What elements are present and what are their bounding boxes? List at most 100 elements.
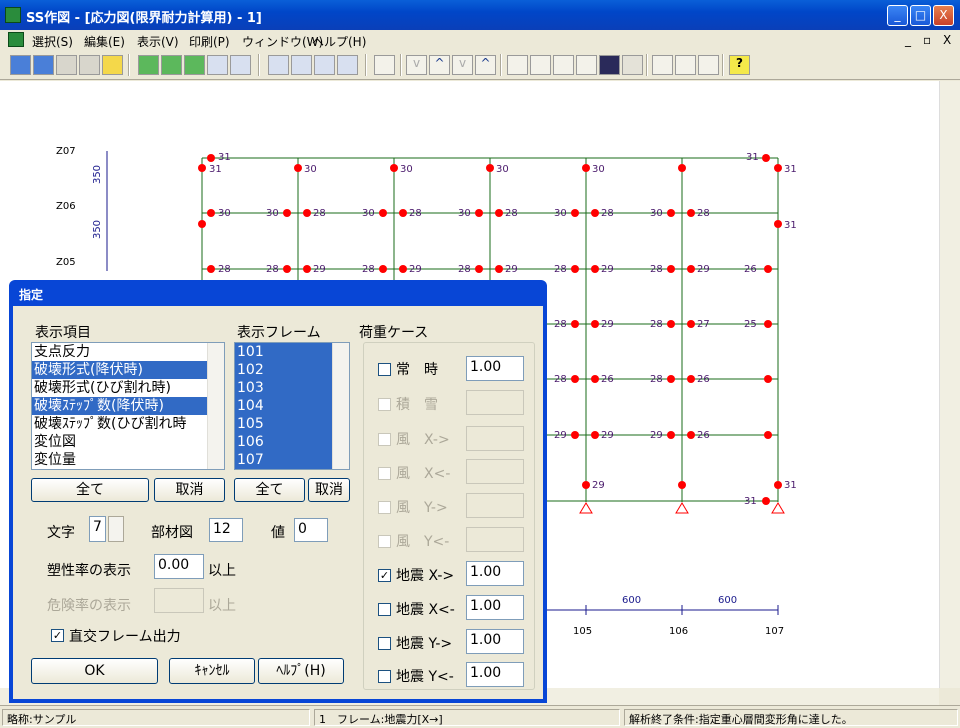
level-label: Z06	[56, 201, 76, 212]
load-cases-label: 荷重ケース	[359, 325, 429, 341]
double-up-icon[interactable]: ^	[475, 55, 496, 75]
load-case-checkbox[interactable]	[378, 433, 391, 446]
list-item[interactable]: 変位量	[32, 451, 224, 469]
value-label: 30	[554, 208, 567, 219]
list-item[interactable]: 支点反力	[32, 343, 224, 361]
hand-icon[interactable]	[530, 55, 551, 75]
list-item[interactable]: 変位図	[32, 433, 224, 451]
load-case-checkbox[interactable]	[378, 670, 391, 683]
load-case-checkbox[interactable]	[378, 363, 391, 376]
status-frame: 1 フレーム:地震力[X→]	[314, 709, 620, 726]
grid-icon[interactable]	[79, 55, 100, 75]
disabled2-icon[interactable]	[622, 55, 643, 75]
member-field[interactable]: 12	[209, 518, 243, 542]
help-button[interactable]: ﾍﾙﾌﾟ(H)	[258, 658, 344, 684]
load-case-label: 風 Y<-	[396, 534, 450, 550]
load-case-field[interactable]	[466, 493, 524, 518]
load-case-checkbox[interactable]	[378, 398, 391, 411]
vertical-scrollbar[interactable]	[939, 81, 960, 688]
s-icon[interactable]	[599, 55, 620, 75]
stress-icon[interactable]	[268, 55, 289, 75]
menu-print[interactable]: 印刷(P)	[189, 33, 230, 50]
load-case-checkbox[interactable]: ✓	[378, 569, 391, 582]
app-icon[interactable]	[5, 7, 21, 23]
list-item[interactable]: 破壊ｽﾃｯﾌﾟ数(降伏時)	[32, 397, 224, 415]
frame2-icon[interactable]	[33, 55, 54, 75]
font-size-spinner[interactable]	[108, 516, 124, 542]
danger-field[interactable]	[154, 588, 204, 613]
face-icon[interactable]	[102, 55, 123, 75]
load-case-checkbox[interactable]	[378, 603, 391, 616]
ok-button[interactable]: OK	[31, 658, 158, 684]
rotate-icon[interactable]	[507, 55, 528, 75]
font-size-field[interactable]: 7	[89, 516, 106, 542]
clear-items-button[interactable]: 取消	[154, 478, 225, 502]
plan2-icon[interactable]	[161, 55, 182, 75]
stress2-icon[interactable]	[291, 55, 312, 75]
display-items-list[interactable]: 支点反力 破壊形式(降伏時) 破壊形式(ひび割れ時) 破壊ｽﾃｯﾌﾟ数(降伏時)…	[31, 342, 225, 470]
load-case-field[interactable]: 1.00	[466, 662, 524, 687]
frame-icon[interactable]	[10, 55, 31, 75]
zoom-icon[interactable]	[553, 55, 574, 75]
load-case-field[interactable]: 1.00	[466, 595, 524, 620]
minimize-button[interactable]: _	[887, 5, 908, 26]
select-all-items-button[interactable]: 全て	[31, 478, 149, 502]
diagram-icon[interactable]	[207, 55, 228, 75]
section-icon[interactable]	[184, 55, 205, 75]
list-item[interactable]: 破壊ｽﾃｯﾌﾟ数(ひび割れ時	[32, 415, 224, 433]
grid-select-icon[interactable]	[576, 55, 597, 75]
dimension-label: 350	[92, 219, 104, 240]
mdi-restore-button[interactable]: ▫	[923, 33, 931, 47]
disabled-icon[interactable]	[56, 55, 77, 75]
value-label: 30	[400, 164, 413, 175]
list-item[interactable]: 破壊形式(ひび割れ時)	[32, 379, 224, 397]
value-field[interactable]: 0	[294, 518, 328, 542]
menu-help[interactable]: ヘルプ(H)	[312, 33, 366, 50]
doc-icon[interactable]	[8, 32, 24, 47]
load-case-checkbox[interactable]	[378, 535, 391, 548]
cancel-button[interactable]: ｷｬﾝｾﾙ	[169, 658, 255, 684]
preview-icon[interactable]	[675, 55, 696, 75]
ortho-frame-label: 直交フレーム出力	[69, 629, 181, 645]
load-case-field[interactable]: 1.00	[466, 356, 524, 381]
list-scrollbar[interactable]	[207, 343, 224, 469]
ortho-frame-checkbox[interactable]: ✓	[51, 629, 64, 642]
load-case-checkbox[interactable]	[378, 467, 391, 480]
close-button[interactable]: X	[933, 5, 954, 26]
clear-frames-button[interactable]: 取消	[308, 478, 350, 502]
value-label: 値	[271, 525, 285, 541]
load-case-field[interactable]	[466, 527, 524, 552]
span-label: 600	[718, 595, 738, 606]
load-case-field[interactable]	[466, 459, 524, 484]
page-icon[interactable]	[374, 55, 395, 75]
maximize-button[interactable]: □	[910, 5, 931, 26]
frames-list[interactable]: 101 102 103 104 105 106 107	[234, 342, 350, 470]
curve2-icon[interactable]	[337, 55, 358, 75]
value-label: 29	[601, 264, 614, 275]
up-icon[interactable]: ^	[429, 55, 450, 75]
print-icon[interactable]	[652, 55, 673, 75]
plan-icon[interactable]	[138, 55, 159, 75]
menu-edit[interactable]: 編集(E)	[84, 33, 125, 50]
load-case-field[interactable]	[466, 426, 524, 451]
load-case-checkbox[interactable]	[378, 637, 391, 650]
help-icon[interactable]: ?	[729, 55, 750, 75]
list-scrollbar[interactable]	[332, 343, 349, 469]
settings-icon[interactable]	[698, 55, 719, 75]
plastic-field[interactable]: 0.00	[154, 554, 204, 579]
mdi-close-button[interactable]: X	[943, 33, 951, 47]
status-condition: 解析終了条件:指定重心層間変形角に達した。	[624, 709, 958, 726]
graph-icon[interactable]	[230, 55, 251, 75]
mdi-minimize-button[interactable]: _	[905, 33, 911, 47]
load-case-field[interactable]: 1.00	[466, 561, 524, 586]
down-icon[interactable]: v	[406, 55, 427, 75]
load-case-field[interactable]	[466, 390, 524, 415]
select-all-frames-button[interactable]: 全て	[234, 478, 305, 502]
curve-icon[interactable]	[314, 55, 335, 75]
menu-view[interactable]: 表示(V)	[137, 33, 179, 50]
load-case-field[interactable]: 1.00	[466, 629, 524, 654]
list-item[interactable]: 破壊形式(降伏時)	[32, 361, 224, 379]
menu-select[interactable]: 選択(S)	[32, 33, 73, 50]
load-case-checkbox[interactable]	[378, 501, 391, 514]
double-down-icon[interactable]: v	[452, 55, 473, 75]
